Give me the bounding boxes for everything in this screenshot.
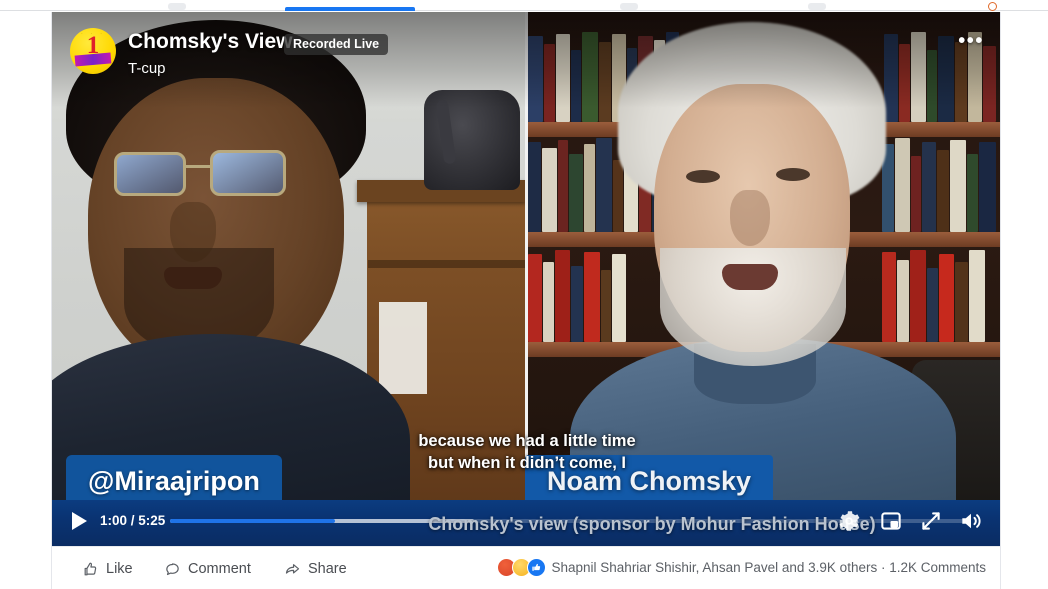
share-button[interactable]: Share <box>284 557 347 581</box>
active-tab-indicator[interactable] <box>285 7 415 11</box>
reactions-text: Shapnil Shahriar Shishir, Ahsan Pavel an… <box>551 560 987 575</box>
gear-icon[interactable] <box>836 508 862 534</box>
cabinet-shelf-line <box>368 260 526 268</box>
time-display: 1:00 / 5:25 <box>100 513 166 528</box>
comment-label: Comment <box>188 561 251 577</box>
share-label: Share <box>308 561 347 577</box>
video-header-overlay: · · · 1 Chomsky's View Recorded Live T-c… <box>52 12 1000 108</box>
eyeglass-bridge <box>186 165 210 168</box>
video-post-card: · · · 1 Chomsky's View Recorded Live T-c… <box>51 12 1001 589</box>
like-label: Like <box>106 561 133 577</box>
video-subtitle: T-cup <box>128 60 166 77</box>
person-mouth-left <box>164 267 222 289</box>
progress-played <box>170 519 335 523</box>
person-eye-right-right-panel <box>776 168 810 181</box>
play-icon[interactable] <box>72 512 87 530</box>
nav-icon-middle[interactable] <box>620 3 638 10</box>
like-button[interactable]: Like <box>82 557 133 581</box>
volume-on-icon[interactable] <box>958 508 984 534</box>
person-mouth-right <box>722 264 778 290</box>
comment-bubble-icon <box>166 562 179 575</box>
post-action-bar: Like Comment Share Shapnil Shahriar Shis… <box>52 546 1000 589</box>
person-nose-right <box>730 190 770 246</box>
closed-caption-block: because we had a little time but when it… <box>407 430 647 474</box>
status-badge: Recorded Live <box>284 34 389 55</box>
person-eye-left-right-panel <box>686 170 720 183</box>
video-control-bar: 1:00 / 5:25 Chomsky's view (sponsor by M… <box>52 500 1000 546</box>
nav-icon-right[interactable] <box>808 3 826 10</box>
nametag-left-label: @Miraajripon <box>88 466 260 496</box>
like-reaction-icon <box>526 558 546 577</box>
person-nose-left <box>170 202 216 262</box>
miniplayer-icon[interactable] <box>878 508 904 534</box>
video-title: Chomsky's view (sponsor by Mohur Fashion… <box>428 514 876 534</box>
video-player[interactable]: · · · 1 Chomsky's View Recorded Live T-c… <box>52 12 1000 546</box>
nav-icon-left[interactable] <box>168 3 186 10</box>
facebook-top-nav <box>0 0 1048 11</box>
comment-button[interactable]: Comment <box>164 557 251 581</box>
avatar-ribbon <box>74 52 112 67</box>
more-options-icon[interactable]: ••• <box>958 31 984 51</box>
thumbs-up-icon <box>84 562 97 575</box>
channel-name[interactable]: Chomsky's View <box>128 30 293 54</box>
share-arrow-icon <box>285 563 300 574</box>
reactions-summary[interactable]: Shapnil Shahriar Shishir, Ahsan Pavel an… <box>496 558 987 577</box>
avatar[interactable]: · · · 1 <box>70 28 116 74</box>
eyeglass-lens-right <box>210 150 286 196</box>
expand-icon[interactable] <box>918 508 944 534</box>
eyeglass-lens-left <box>114 152 186 196</box>
caption-line: but when it didn’t come, I <box>428 454 626 472</box>
paper-sheet <box>379 302 427 394</box>
search-icon[interactable] <box>988 2 997 11</box>
caption-line: because we had a little time <box>418 432 636 450</box>
